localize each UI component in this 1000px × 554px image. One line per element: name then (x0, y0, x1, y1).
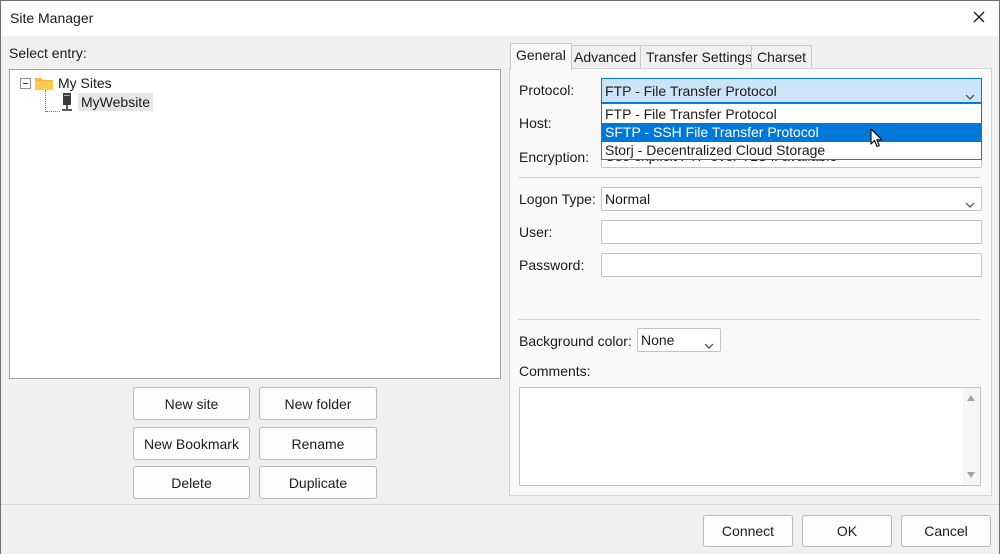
encryption-label: Encryption: (519, 149, 590, 165)
background-color-label: Background color: (519, 333, 632, 349)
user-label: User: (519, 224, 553, 240)
scroll-up-icon[interactable] (967, 395, 975, 401)
logon-type-label: Logon Type: (519, 191, 596, 207)
protocol-option-ftp[interactable]: FTP - File Transfer Protocol (602, 105, 981, 124)
protocol-option-storj[interactable]: Storj - Decentralized Cloud Storage (602, 141, 981, 160)
site-tree[interactable]: My Sites MyWebsite (9, 69, 501, 379)
folder-icon (34, 75, 54, 91)
tab-advanced[interactable]: Advanced (568, 45, 643, 69)
scroll-down-icon[interactable] (967, 472, 975, 478)
rename-button[interactable]: Rename (259, 427, 377, 460)
comments-label: Comments: (519, 363, 591, 379)
new-bookmark-button[interactable]: New Bookmark (133, 427, 250, 460)
protocol-value: FTP - File Transfer Protocol (605, 83, 777, 99)
protocol-option-sftp[interactable]: SFTP - SSH File Transfer Protocol (602, 123, 981, 142)
tab-charset[interactable]: Charset (751, 45, 813, 69)
tab-general[interactable]: General (510, 43, 572, 70)
user-input[interactable] (601, 220, 982, 244)
chevron-down-icon (965, 195, 975, 211)
password-label: Password: (519, 257, 585, 273)
mouse-cursor-icon (870, 128, 883, 151)
site-manager-window: Site Manager Select entry: My Sites MyWe… (0, 0, 1000, 554)
select-entry-label: Select entry: (9, 45, 87, 61)
tree-connector (46, 111, 60, 112)
window-title: Site Manager (10, 10, 94, 26)
tree-connector (45, 90, 46, 112)
title-bar: Site Manager (1, 1, 999, 36)
server-icon (60, 93, 74, 111)
protocol-dropdown-list[interactable]: FTP - File Transfer Protocol SFTP - SSH … (601, 103, 982, 160)
separator (518, 319, 980, 320)
cancel-button[interactable]: Cancel (901, 515, 991, 547)
host-label: Host: (519, 115, 552, 131)
tab-transfer-settings[interactable]: Transfer Settings (640, 45, 759, 69)
new-folder-button[interactable]: New folder (259, 387, 377, 420)
delete-button[interactable]: Delete (133, 466, 250, 499)
logon-type-value: Normal (605, 191, 651, 207)
separator (518, 177, 980, 178)
protocol-label: Protocol: (519, 82, 575, 98)
background-color-select[interactable]: None (637, 328, 721, 352)
comments-scrollbar[interactable] (963, 388, 980, 485)
new-site-button[interactable]: New site (133, 387, 250, 420)
password-input[interactable] (601, 253, 982, 277)
tree-item-mywebsite[interactable]: MyWebsite (60, 92, 153, 112)
tree-item-label: MyWebsite (78, 93, 153, 111)
duplicate-button[interactable]: Duplicate (259, 466, 377, 499)
close-icon[interactable] (967, 5, 991, 31)
logon-type-select[interactable]: Normal (601, 187, 982, 211)
protocol-select[interactable]: FTP - File Transfer Protocol (601, 78, 982, 103)
comments-textarea[interactable] (519, 387, 981, 486)
tree-item-label: My Sites (58, 75, 112, 91)
background-color-value: None (641, 332, 675, 348)
chevron-down-icon (704, 336, 714, 352)
connect-button[interactable]: Connect (703, 515, 793, 547)
ok-button[interactable]: OK (802, 515, 892, 547)
chevron-down-icon (965, 87, 975, 103)
collapse-toggle-icon[interactable] (20, 78, 31, 89)
